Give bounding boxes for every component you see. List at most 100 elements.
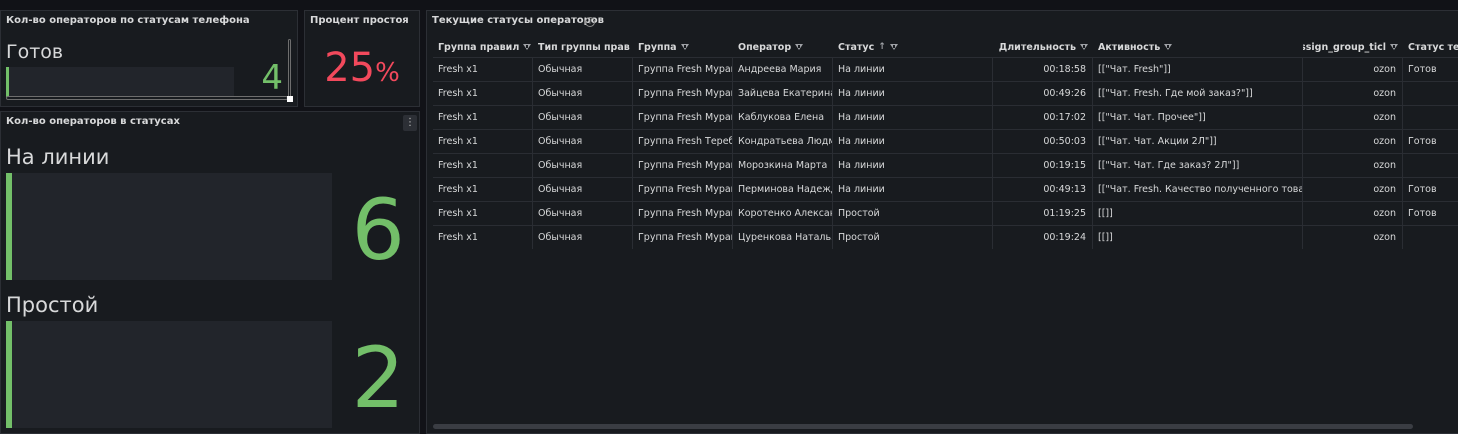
table-cell: [[]]	[1093, 202, 1303, 225]
table-cell: [[]]	[1093, 226, 1303, 249]
column-header[interactable]: Длительность	[993, 37, 1093, 57]
column-header-label: Длительность	[998, 41, 1076, 53]
table-cell: ozon	[1303, 226, 1403, 249]
table-cell: Обычная	[533, 154, 633, 177]
table-cell: Готов	[1403, 58, 1458, 81]
table-row[interactable]: Fresh x1 Обычная Группа Fresh Теребе Кондра…	[433, 129, 1458, 153]
table-cell: Простой	[833, 202, 993, 225]
status-bar-fill	[6, 321, 12, 428]
table-cell: ozon	[1303, 202, 1403, 225]
table-cell: [["Чат. Чат. Прочее"]]	[1093, 106, 1303, 129]
table-cell	[1403, 226, 1458, 249]
table-row[interactable]: Fresh x1 Обычная Группа Fresh Мураш Каблуко…	[433, 105, 1458, 129]
status-value-gotov: 4	[261, 58, 283, 98]
table-cell	[1403, 106, 1458, 129]
column-header[interactable]: Группа правил	[433, 37, 533, 57]
column-header-label: Статус	[838, 41, 875, 53]
column-header-label: Оператор	[738, 41, 792, 53]
table-cell: Перминова Надежда	[733, 178, 833, 201]
vertical-scrollbar[interactable]	[288, 39, 291, 99]
info-circle-icon[interactable]: i	[585, 17, 595, 27]
table-cell: Группа Fresh Мураш	[633, 58, 733, 81]
status-bar-fill	[6, 67, 9, 97]
panel-title: Текущие статусы операторов	[432, 15, 604, 26]
column-header[interactable]: Тип группы прав	[533, 37, 633, 57]
table-cell: 00:19:24	[993, 226, 1093, 249]
table-header: Группа правил Тип группы прав Группа Операт…	[433, 37, 1458, 57]
table-cell: Fresh x1	[433, 82, 533, 105]
table-cell	[1403, 154, 1458, 177]
panel-title: Кол-во операторов в статусах	[6, 116, 180, 127]
table-row[interactable]: Fresh x1 Обычная Группа Fresh Мураш Пермино…	[433, 177, 1458, 201]
column-header-label: Группа правил	[438, 41, 520, 53]
table-cell: Обычная	[533, 226, 633, 249]
table-cell: [["Чат. Fresh. Качество полученного това…	[1093, 178, 1303, 201]
filter-icon[interactable]	[680, 44, 689, 50]
table-cell: Обычная	[533, 202, 633, 225]
table-row[interactable]: Fresh x1 Обычная Группа Fresh Мураш Андреев…	[433, 57, 1458, 81]
table-cell	[1403, 82, 1458, 105]
table-cell: Fresh x1	[433, 178, 533, 201]
panel-menu-button[interactable]: ⋮	[403, 115, 417, 131]
table-cell: На линии	[833, 154, 993, 177]
table-cell: Группа Fresh Мураш	[633, 202, 733, 225]
table-cell: 00:49:13	[993, 178, 1093, 201]
status-label-on-line: На линии	[6, 145, 110, 169]
column-header[interactable]: Группа	[633, 37, 733, 57]
column-header-label: assign_group_ticl	[1303, 41, 1386, 53]
column-header-label: Группа	[638, 41, 677, 53]
table-cell: Группа Fresh Мураш	[633, 226, 733, 249]
operators-table-panel: Текущие статусы операторов i Группа прав…	[426, 10, 1458, 434]
table-cell: [["Чат. Fresh"]]	[1093, 58, 1303, 81]
status-bar-track	[6, 321, 332, 428]
table-cell: Зайцева Екатерина	[733, 82, 833, 105]
table-cell: Готов	[1403, 178, 1458, 201]
table-cell: На линии	[833, 130, 993, 153]
filter-icon[interactable]	[1080, 44, 1088, 50]
table-cell: На линии	[833, 178, 993, 201]
status-label-idle: Простой	[6, 293, 99, 317]
column-header[interactable]: Активность	[1093, 37, 1303, 57]
table-cell: Группа Fresh Мураш	[633, 82, 733, 105]
table-cell: Группа Fresh Мураш	[633, 106, 733, 129]
table-cell: 01:19:25	[993, 202, 1093, 225]
filter-icon[interactable]	[795, 44, 804, 50]
column-header[interactable]: Статус теле	[1403, 37, 1458, 57]
filter-icon[interactable]	[1164, 44, 1173, 50]
table-cell: Простой	[833, 226, 993, 249]
table-row[interactable]: Fresh x1 Обычная Группа Fresh Мураш Зайцева…	[433, 81, 1458, 105]
table-cell: Обычная	[533, 82, 633, 105]
table-cell: ozon	[1303, 178, 1403, 201]
horizontal-scrollbar[interactable]	[6, 96, 288, 100]
table-cell: Каблукова Елена	[733, 106, 833, 129]
table-cell: Группа Fresh Теребе	[633, 130, 733, 153]
table-cell: 00:17:02	[993, 106, 1093, 129]
table-cell: Цуренкова Наталья	[733, 226, 833, 249]
phone-status-panel: Кол-во операторов по статусам телефона Г…	[0, 10, 298, 107]
status-value-on-line: 6	[351, 181, 405, 279]
filter-icon[interactable]	[523, 44, 532, 50]
column-header[interactable]: Оператор	[733, 37, 833, 57]
table-cell: Обычная	[533, 58, 633, 81]
column-header-label: Тип группы прав	[538, 41, 630, 53]
table-cell: Fresh x1	[433, 106, 533, 129]
column-header[interactable]: Статус ↑	[833, 37, 993, 57]
status-label-gotov: Готов	[6, 41, 64, 63]
table-cell: ozon	[1303, 106, 1403, 129]
vertical-dots-icon: ⋮	[405, 117, 415, 128]
table-cell: [["Чат. Чат. Где заказ? 2Л"]]	[1093, 154, 1303, 177]
column-header[interactable]: assign_group_ticl	[1303, 37, 1403, 57]
table-cell: Обычная	[533, 178, 633, 201]
table-cell: Обычная	[533, 106, 633, 129]
sort-ascending-icon[interactable]: ↑	[878, 42, 886, 52]
filter-icon[interactable]	[1390, 44, 1398, 50]
table-row[interactable]: Fresh x1 Обычная Группа Fresh Мураш Цуренко…	[433, 225, 1458, 249]
status-bar-fill	[6, 173, 12, 280]
table-cell: Fresh x1	[433, 130, 533, 153]
table-cell: Готов	[1403, 202, 1458, 225]
table-cell: 00:50:03	[993, 130, 1093, 153]
table-row[interactable]: Fresh x1 Обычная Группа Fresh Мураш Коротен…	[433, 201, 1458, 225]
filter-icon[interactable]	[889, 44, 898, 50]
table-row[interactable]: Fresh x1 Обычная Группа Fresh Мураш Морозки…	[433, 153, 1458, 177]
horizontal-scrollbar[interactable]	[433, 424, 1413, 429]
